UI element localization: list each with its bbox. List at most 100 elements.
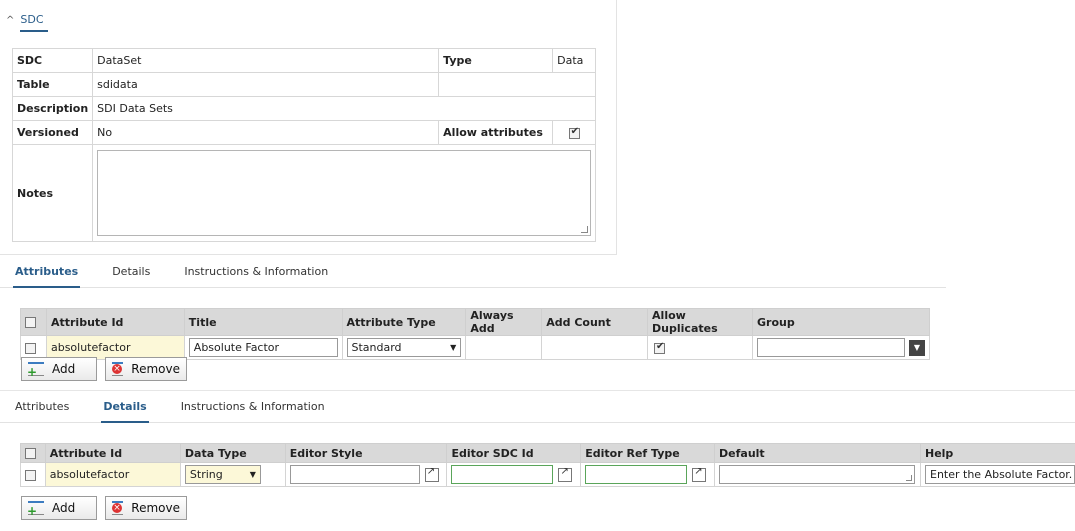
tab-instructions-2[interactable]: Instructions & Information — [179, 400, 327, 413]
data-type-value: String — [189, 468, 223, 481]
select-all-header — [20, 308, 47, 336]
description-value: SDI Data Sets — [92, 96, 597, 121]
remove-icon — [112, 501, 124, 515]
add-icon — [27, 362, 44, 379]
tab-attributes-1[interactable]: Attributes — [13, 265, 81, 288]
attribute-type-select[interactable]: Standard ▼ — [346, 338, 462, 357]
attribute-type-cell: Standard ▼ — [341, 335, 467, 360]
table-label: Table — [11, 72, 94, 97]
sdc-section-title: SDC — [20, 12, 44, 26]
select-all-checkbox[interactable] — [25, 317, 36, 328]
select-all-checkbox-2[interactable] — [25, 448, 36, 459]
allow-attributes-cell — [552, 120, 597, 145]
col-editor-ref-type[interactable]: Editor Ref Type — [580, 443, 716, 463]
col-attribute-id-2[interactable]: Attribute Id — [44, 443, 181, 463]
editor-ref-type-input[interactable] — [585, 465, 688, 484]
allow-duplicates-checkbox[interactable] — [654, 341, 666, 354]
add-icon — [27, 501, 44, 518]
sdc-value: DataSet — [92, 48, 440, 73]
group-dropdown-icon[interactable]: ▼ — [909, 339, 925, 356]
chevron-up-icon[interactable]: ^ — [6, 15, 14, 26]
add-count-cell[interactable] — [541, 335, 649, 360]
tab-details-1[interactable]: Details — [110, 265, 152, 278]
dropdown-arrow-icon: ▼ — [249, 470, 256, 479]
table-empty-cell — [438, 72, 597, 97]
data-type-select[interactable]: String ▼ — [184, 465, 261, 484]
sdc-section-header[interactable]: ^ SDC — [6, 6, 48, 32]
title-input[interactable]: Absolute Factor — [188, 338, 338, 357]
col-default[interactable]: Default — [714, 443, 921, 463]
versioned-value: No — [92, 120, 440, 145]
col-add-count[interactable]: Add Count — [541, 308, 649, 336]
col-attribute-id[interactable]: Attribute Id — [45, 308, 185, 336]
remove-button-2-label: Remove — [131, 501, 180, 515]
col-editor-sdc-id[interactable]: Editor SDC Id — [446, 443, 582, 463]
default-textarea[interactable] — [719, 465, 916, 484]
col-always-add[interactable]: Always Add — [465, 308, 543, 336]
details-grid-header: Attribute Id Data Type Editor Style Edit… — [20, 443, 1075, 463]
default-cell — [714, 462, 921, 487]
remove-button-1[interactable]: Remove — [105, 357, 187, 381]
help-cell: Enter the Absolute Factor. — [920, 462, 1075, 487]
editor-style-cell — [284, 462, 448, 487]
col-help[interactable]: Help — [920, 443, 1075, 463]
col-editor-style[interactable]: Editor Style — [284, 443, 448, 463]
sdc-label: SDC — [11, 48, 94, 73]
editor-sdc-id-cell — [446, 462, 582, 487]
attribute-type-value: Standard — [351, 341, 402, 354]
add-button-2-label: Add — [52, 501, 76, 515]
allow-attributes-label: Allow attributes — [438, 120, 554, 145]
details-grid: Attribute Id Data Type Editor Style Edit… — [20, 443, 1075, 487]
row-select-checkbox[interactable] — [25, 342, 36, 354]
add-button-1[interactable]: Add — [21, 357, 97, 381]
remove-button-2[interactable]: Remove — [105, 496, 187, 520]
editor-ref-type-cell — [580, 462, 716, 487]
type-label: Type — [438, 48, 554, 73]
title-cell: Absolute Factor — [183, 335, 343, 360]
description-label: Description — [11, 96, 94, 121]
attribute-id-cell[interactable]: absolutefactor — [45, 335, 185, 360]
tab-attributes-2[interactable]: Attributes — [13, 400, 71, 413]
sdc-panel: ^ SDC SDC DataSet Type Data Table sdidat… — [0, 0, 617, 255]
notes-cell — [92, 144, 597, 242]
tab-details-2[interactable]: Details — [101, 400, 150, 423]
open-link-icon[interactable] — [558, 466, 573, 482]
group-cell: ▼ — [752, 335, 930, 360]
attributes-grid-header: Attribute Id Title Attribute Type Always… — [20, 308, 930, 336]
remove-icon — [112, 362, 124, 376]
sdc-properties-table: SDC DataSet Type Data Table sdidata Desc… — [11, 48, 597, 242]
tab-instructions-1[interactable]: Instructions & Information — [182, 265, 330, 278]
notes-label: Notes — [11, 144, 94, 242]
col-allow-duplicates[interactable]: Allow Duplicates — [647, 308, 753, 336]
remove-button-1-label: Remove — [131, 362, 180, 376]
allow-attributes-checkbox[interactable] — [568, 126, 580, 139]
col-attribute-type[interactable]: Attribute Type — [341, 308, 467, 336]
dropdown-arrow-icon: ▼ — [450, 343, 457, 352]
table-row: absolutefactor String ▼ ↗ ↗ ↗ Enter the … — [20, 462, 1075, 487]
select-all-header-2 — [20, 443, 46, 463]
open-link-icon[interactable] — [692, 466, 707, 482]
editor-sdc-id-input[interactable] — [451, 465, 554, 484]
attribute-id-cell-2[interactable]: absolutefactor — [44, 462, 181, 487]
attributes-grid: Attribute Id Title Attribute Type Always… — [20, 308, 930, 360]
col-group[interactable]: Group — [752, 308, 930, 336]
editor-style-input[interactable] — [289, 465, 420, 484]
tabs-bar-1: Attributes Details Instructions & Inform… — [0, 255, 946, 288]
type-value: Data — [552, 48, 597, 73]
sdc-section-underline — [20, 30, 48, 32]
row-select-checkbox-2[interactable] — [25, 469, 36, 481]
help-input[interactable]: Enter the Absolute Factor. — [925, 465, 1075, 484]
add-button-2[interactable]: Add — [21, 496, 97, 520]
table-row: absolutefactor Absolute Factor Standard … — [20, 335, 930, 360]
add-button-1-label: Add — [52, 362, 76, 376]
row-select-cell — [20, 335, 47, 360]
col-title[interactable]: Title — [183, 308, 343, 336]
open-link-icon[interactable] — [424, 466, 439, 482]
tabs-bar-2: Attributes Details Instructions & Inform… — [0, 390, 1075, 423]
col-data-type[interactable]: Data Type — [179, 443, 286, 463]
always-add-cell[interactable] — [465, 335, 543, 360]
data-type-cell: String ▼ — [179, 462, 286, 487]
notes-textarea[interactable] — [97, 150, 592, 236]
versioned-label: Versioned — [11, 120, 94, 145]
group-input[interactable] — [757, 338, 905, 357]
